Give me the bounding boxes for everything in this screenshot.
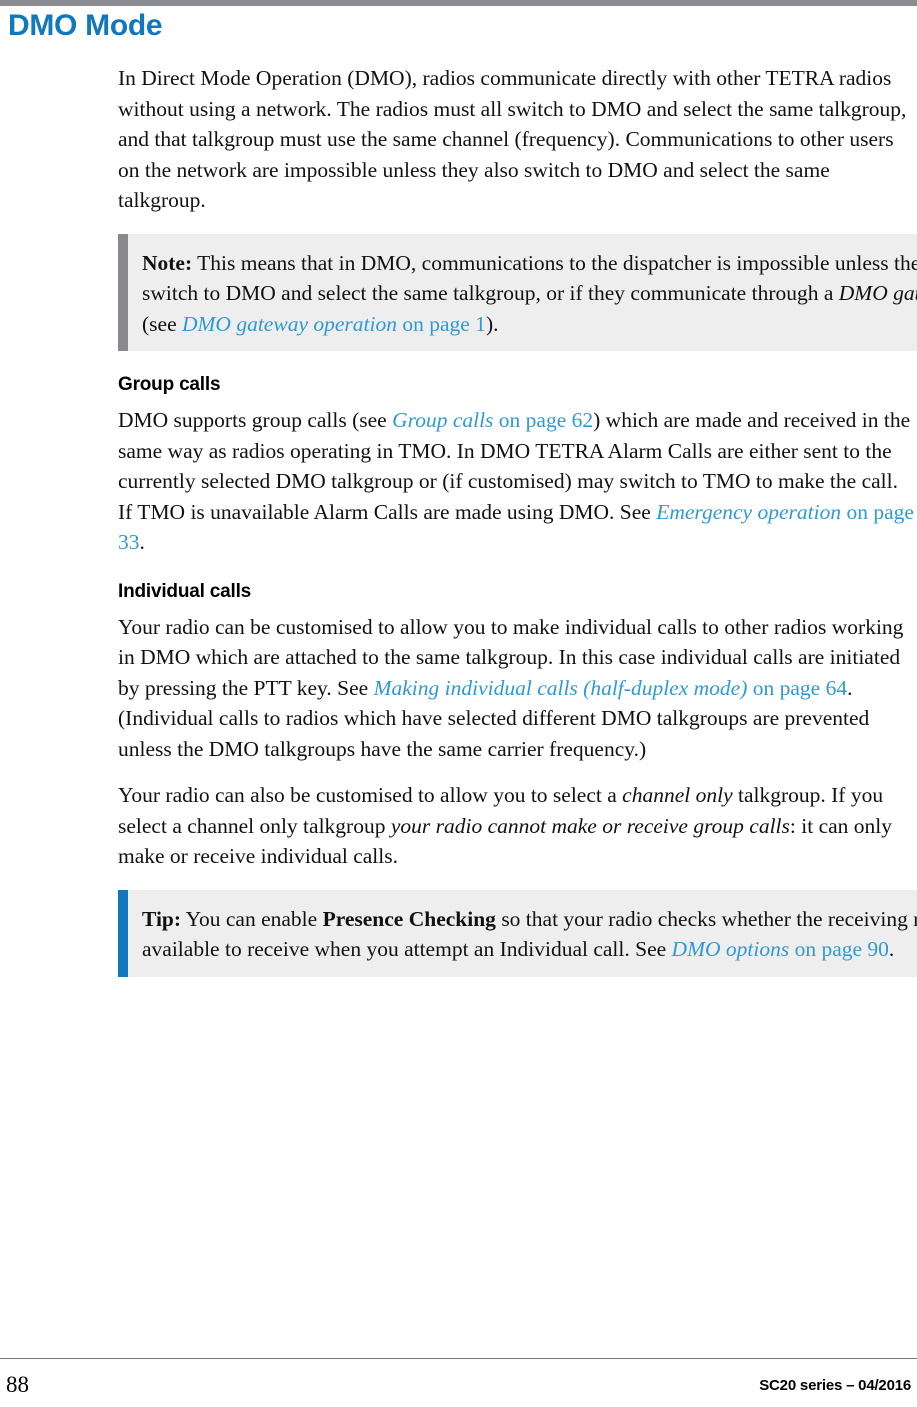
note-term: DMO gateway: [838, 281, 917, 305]
note-part1: This means that in DMO, communications t…: [142, 250, 917, 306]
group-calls-xref1-page[interactable]: on page 62: [493, 408, 593, 432]
note-xref-link[interactable]: DMO gateway operation: [182, 312, 397, 336]
top-rule: [0, 0, 917, 6]
group-calls-part3: .: [139, 530, 145, 554]
tip-xref-page[interactable]: on page 90: [789, 937, 889, 961]
tip-accent-bar: [118, 889, 128, 977]
footer-divider: [0, 1358, 917, 1359]
note-xref-page[interactable]: on page 1: [397, 312, 486, 336]
tip-part1: You can enable: [181, 906, 323, 931]
intro-paragraph: In Direct Mode Operation (DMO), radios c…: [118, 63, 917, 216]
group-calls-part1: DMO supports group calls (see: [118, 408, 393, 432]
note-label: Note:: [142, 250, 193, 275]
individual-calls-p2-part1: Your radio can also be customised to all…: [118, 783, 623, 807]
note-accent-bar: [118, 233, 128, 351]
heading-individual-calls: Individual calls: [118, 580, 252, 602]
tip-part3: .: [888, 937, 895, 961]
group-calls-paragraph: DMO supports group calls (see Group call…: [118, 405, 917, 558]
individual-calls-paragraph-2: Your radio can also be customised to all…: [118, 780, 917, 872]
individual-calls-xref-page[interactable]: on page 64: [753, 676, 847, 700]
individual-calls-paragraph-1: Your radio can be customised to allow yo…: [118, 612, 917, 765]
group-calls-xref2-link[interactable]: Emergency operation: [656, 500, 841, 524]
tip-xref-link[interactable]: DMO options: [672, 937, 790, 961]
page-content: In Direct Mode Operation (DMO), radios c…: [118, 63, 917, 995]
individual-calls-p2-italic-2: your radio cannot make or receive group …: [390, 813, 790, 838]
tip-callout: Tip: You can enable Presence Checking so…: [118, 889, 917, 977]
tip-label: Tip:: [142, 906, 182, 931]
individual-calls-xref-link[interactable]: Making individual calls (half-duplex mod…: [374, 676, 753, 700]
tip-bold-term: Presence Checking: [322, 906, 496, 931]
note-part3: ).: [485, 311, 499, 336]
group-calls-xref1-link[interactable]: Group calls: [392, 408, 493, 432]
note-part2: (see: [142, 311, 182, 336]
tip-text: Tip: You can enable Presence Checking so…: [142, 904, 917, 965]
footer-document-meta: SC20 series – 04/2016: [759, 1377, 911, 1394]
page-title: DMO Mode: [8, 9, 163, 42]
heading-group-calls: Group calls: [118, 374, 221, 395]
intro-text: In Direct Mode Operation (DMO), radios c…: [118, 66, 907, 212]
individual-calls-p2-italic-1: channel only: [622, 783, 733, 807]
footer-page-number: 88: [6, 1372, 29, 1397]
note-text: Note: This means that in DMO, communicat…: [142, 248, 917, 340]
note-callout: Note: This means that in DMO, communicat…: [118, 233, 917, 351]
